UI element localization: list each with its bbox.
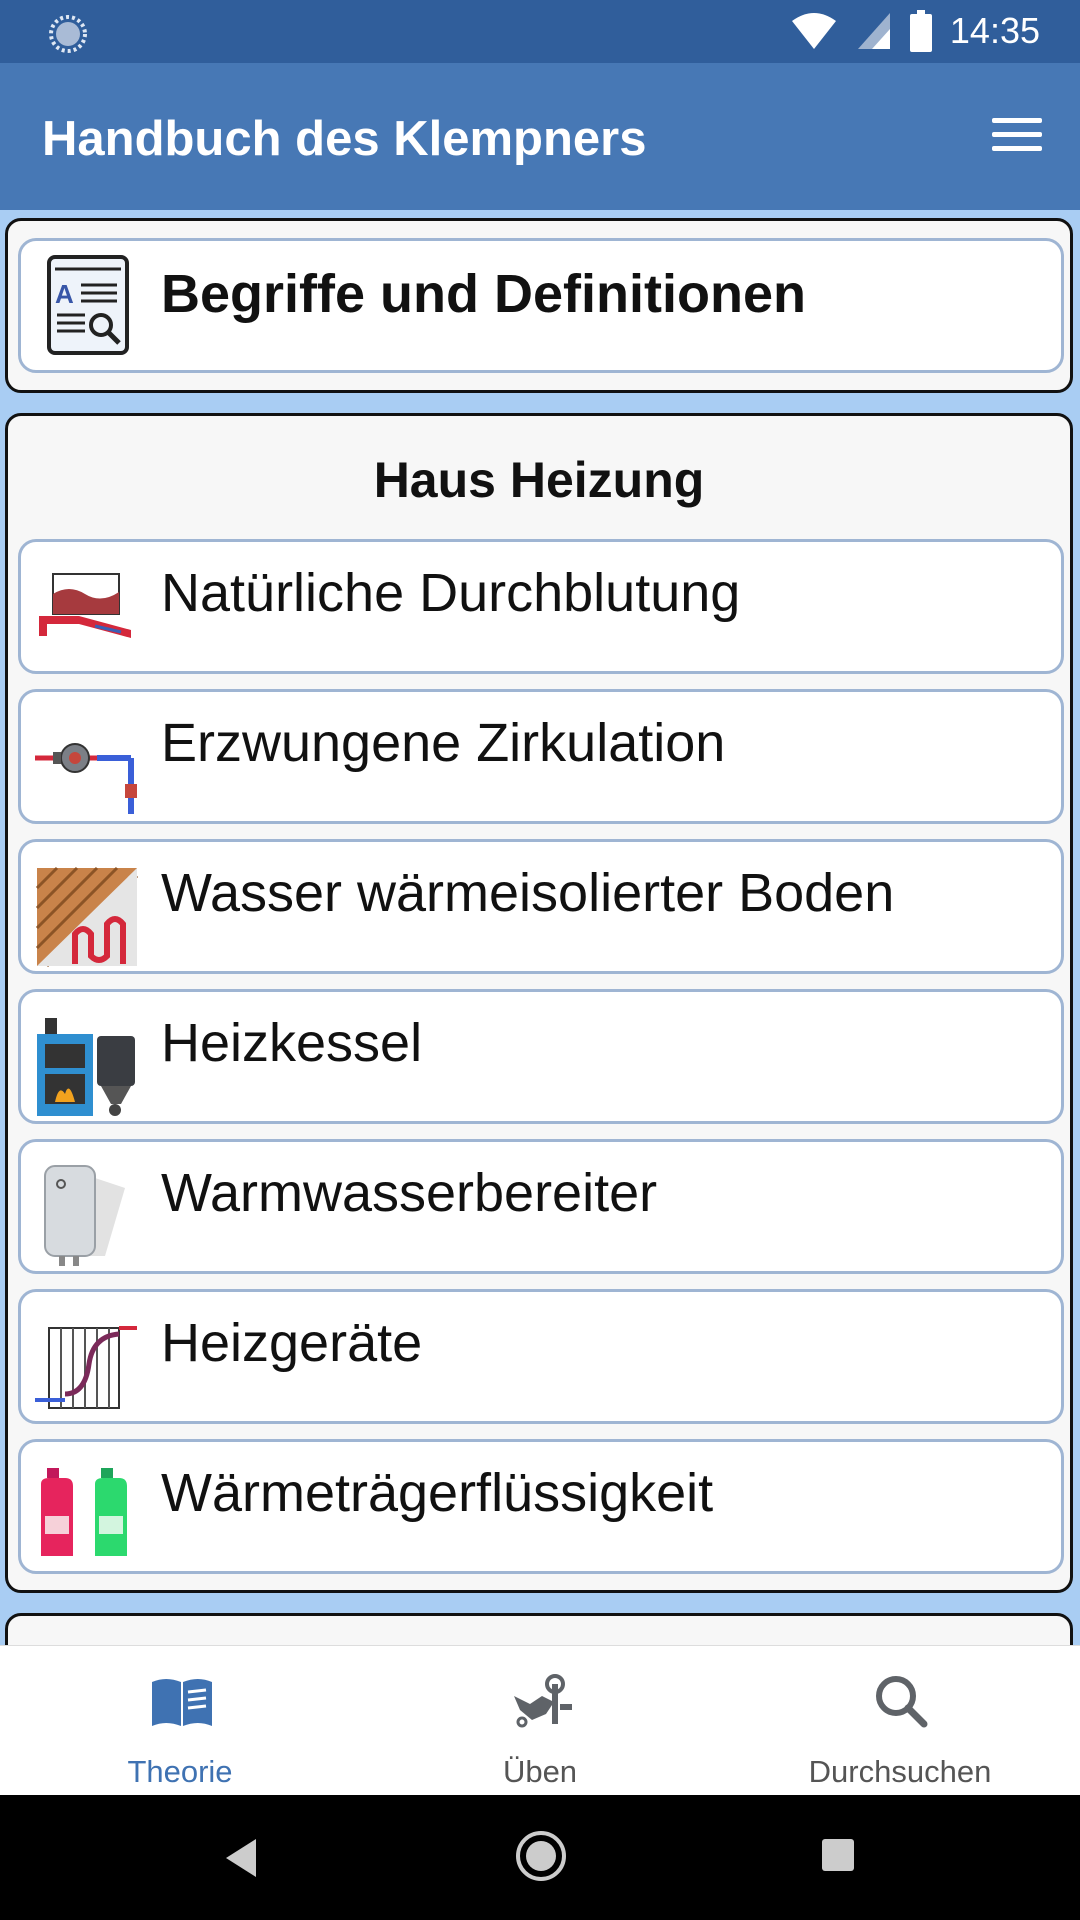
nav-label: Durchsuchen	[808, 1754, 992, 1789]
book-icon	[152, 1679, 212, 1726]
app-bar: Handbuch des Klempners	[0, 63, 1080, 210]
definitions-panel: A Begriffe und Definitionen	[5, 218, 1073, 393]
system-nav-bar	[0, 1795, 1080, 1920]
status-bar: 14:35	[0, 0, 1080, 63]
underfloor-heating-icon	[35, 866, 139, 968]
dictionary-icon: A	[47, 255, 129, 355]
list-item-label: Erzwungene Zirkulation	[161, 713, 726, 773]
natural-circulation-icon	[39, 573, 131, 638]
list-item-forced-circulation[interactable]: Erzwungene Zirkulation	[18, 689, 1064, 824]
list-item-water-heater[interactable]: Warmwasserbereiter	[18, 1139, 1064, 1274]
content-scroll[interactable]: A Begriffe und Definitionen Haus Heizung	[0, 210, 1080, 1645]
definitions-card[interactable]: A Begriffe und Definitionen	[18, 238, 1064, 373]
next-section-panel	[5, 1613, 1073, 1645]
nav-tab-search[interactable]: Durchsuchen	[720, 1646, 1080, 1796]
nav-label: Üben	[502, 1754, 578, 1789]
water-heater-icon	[44, 1165, 125, 1266]
section-title: Haus Heizung	[373, 452, 705, 508]
app-title: Handbuch des Klempners	[42, 112, 647, 166]
hamburger-menu-icon[interactable]	[992, 118, 1042, 154]
circulation-pump-icon	[35, 743, 137, 814]
list-item-label: Warmwasserbereiter	[161, 1163, 658, 1223]
tools-icon	[514, 1674, 572, 1728]
list-item-label: Natürliche Durchblutung	[161, 563, 741, 623]
list-item-coolant[interactable]: Wärmeträgerflüssigkeit	[18, 1439, 1064, 1574]
bottom-nav: Theorie Üben Durchsuchen	[0, 1645, 1080, 1796]
status-time: 14:35	[949, 10, 1040, 51]
nav-tab-practice[interactable]: Üben	[360, 1646, 720, 1796]
nav-label: Theorie	[127, 1754, 233, 1789]
list-item-label: Wasser wärmeisolierter Boden	[161, 863, 895, 923]
back-icon[interactable]	[222, 1837, 262, 1879]
home-icon[interactable]	[514, 1829, 568, 1883]
list-item-underfloor-heating[interactable]: Wasser wärmeisolierter Boden	[18, 839, 1064, 974]
battery-icon	[909, 10, 932, 52]
coolant-bottles-icon	[41, 1468, 127, 1556]
definitions-label: Begriffe und Definitionen	[161, 264, 806, 324]
search-icon	[876, 1676, 928, 1728]
list-item-natural-circulation[interactable]: Natürliche Durchblutung	[18, 539, 1064, 674]
list-item-label: Heizgeräte	[161, 1313, 423, 1373]
sync-icon	[48, 14, 88, 59]
list-item-label: Wärmeträgerflüssigkeit	[161, 1463, 714, 1523]
wifi-icon	[791, 13, 836, 49]
svg-text:A: A	[55, 279, 74, 309]
cellular-icon	[857, 13, 890, 49]
recents-icon[interactable]	[820, 1837, 856, 1873]
boiler-icon	[37, 1018, 135, 1116]
list-item-radiators[interactable]: Heizgeräte	[18, 1289, 1064, 1424]
radiator-icon	[35, 1326, 137, 1409]
section-panel: Haus Heizung Natürliche Durchblutung Erz…	[5, 413, 1073, 1593]
list-item-label: Heizkessel	[161, 1013, 423, 1073]
list-item-boiler[interactable]: Heizkessel	[18, 989, 1064, 1124]
nav-tab-theory[interactable]: Theorie	[0, 1646, 360, 1796]
